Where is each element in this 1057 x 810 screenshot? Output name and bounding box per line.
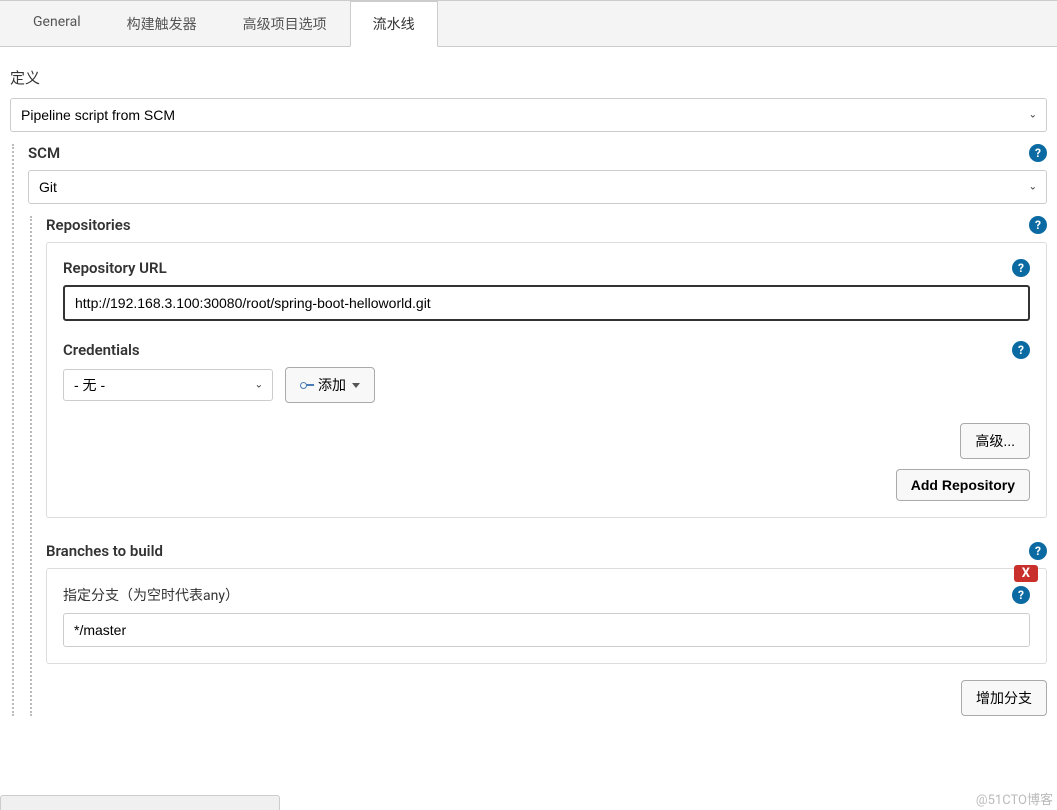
delete-branch-button[interactable]: X bbox=[1014, 565, 1038, 582]
help-icon[interactable]: ? bbox=[1012, 586, 1030, 604]
scm-label: SCM bbox=[28, 144, 60, 162]
definition-select[interactable]: Pipeline script from SCM bbox=[10, 98, 1047, 132]
pipeline-config-content: 定义 Pipeline script from SCM ⌄ SCM ? Git … bbox=[0, 47, 1057, 746]
watermark: @51CTO博客 bbox=[976, 789, 1053, 808]
branches-label: Branches to build bbox=[46, 542, 163, 560]
tabs-bar: General 构建触发器 高级项目选项 流水线 bbox=[0, 1, 1057, 47]
branch-specifier-label: 指定分支（为空时代表any） bbox=[63, 585, 239, 605]
help-icon[interactable]: ? bbox=[1029, 216, 1047, 234]
help-icon[interactable]: ? bbox=[1012, 259, 1030, 277]
branch-specifier-box: X 指定分支（为空时代表any） ? bbox=[46, 568, 1047, 664]
credentials-label: Credentials bbox=[63, 341, 140, 359]
tab-general[interactable]: General bbox=[10, 1, 104, 46]
help-icon[interactable]: ? bbox=[1029, 144, 1047, 162]
tab-advanced[interactable]: 高级项目选项 bbox=[220, 1, 350, 46]
repositories-section: Repositories ? Repository URL ? Credenti… bbox=[30, 216, 1047, 716]
add-branch-button[interactable]: 增加分支 bbox=[961, 680, 1047, 716]
tab-triggers[interactable]: 构建触发器 bbox=[104, 1, 220, 46]
branch-specifier-input[interactable] bbox=[63, 613, 1030, 647]
repository-box: Repository URL ? Credentials ? - 无 - ⌄ bbox=[46, 242, 1047, 518]
help-icon[interactable]: ? bbox=[1029, 542, 1047, 560]
definition-select-wrap: Pipeline script from SCM ⌄ bbox=[10, 98, 1047, 132]
definition-label: 定义 bbox=[10, 67, 1047, 98]
scm-select[interactable]: Git bbox=[28, 170, 1047, 204]
add-repository-button[interactable]: Add Repository bbox=[896, 469, 1030, 501]
tab-pipeline[interactable]: 流水线 bbox=[350, 1, 438, 47]
advanced-button[interactable]: 高级... bbox=[960, 423, 1030, 459]
credentials-select[interactable]: - 无 - bbox=[63, 369, 273, 401]
scm-section: SCM ? Git ⌄ Repositories ? Repository UR… bbox=[12, 144, 1047, 716]
repositories-label: Repositories bbox=[46, 216, 131, 234]
add-credentials-button[interactable]: 添加 bbox=[285, 367, 375, 403]
key-icon bbox=[300, 381, 314, 389]
repository-url-label: Repository URL bbox=[63, 259, 167, 277]
bottom-bar bbox=[0, 795, 280, 810]
add-credentials-label: 添加 bbox=[318, 375, 346, 395]
caret-down-icon bbox=[352, 383, 360, 388]
repository-url-input[interactable] bbox=[63, 285, 1030, 321]
help-icon[interactable]: ? bbox=[1012, 341, 1030, 359]
